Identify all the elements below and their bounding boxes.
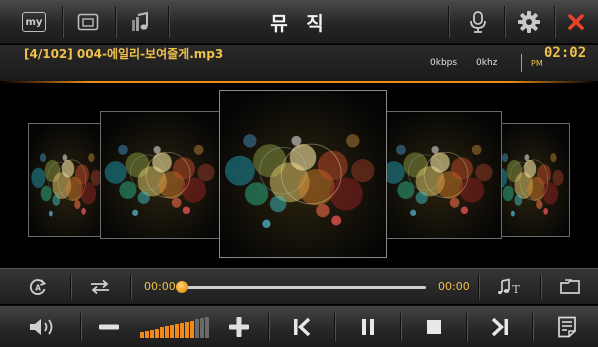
folder-icon bbox=[560, 279, 580, 294]
album-cover[interactable] bbox=[100, 111, 224, 239]
volume-bar bbox=[179, 322, 184, 338]
album-cover-center[interactable] bbox=[219, 90, 387, 258]
close-icon bbox=[568, 14, 584, 30]
volume-bar bbox=[139, 332, 144, 338]
bitrate-label: 0kbps bbox=[430, 58, 458, 68]
clock-ampm: PM bbox=[531, 59, 543, 68]
pause-icon bbox=[362, 319, 374, 335]
folder-button[interactable] bbox=[548, 269, 592, 305]
stop-button[interactable] bbox=[408, 306, 460, 347]
page-title: 뮤 직 bbox=[270, 12, 330, 35]
bokeh-artwork bbox=[491, 124, 569, 236]
bokeh-artwork bbox=[379, 112, 501, 238]
volume-down-button[interactable] bbox=[86, 306, 132, 347]
microphone-icon bbox=[470, 11, 486, 33]
previous-icon bbox=[294, 317, 311, 337]
window-icon bbox=[77, 13, 99, 31]
next-button[interactable] bbox=[474, 306, 526, 347]
shuffle-button[interactable] bbox=[80, 269, 120, 305]
volume-level[interactable] bbox=[136, 306, 212, 347]
repeat-a-icon: A bbox=[29, 279, 47, 295]
volume-bar bbox=[144, 330, 149, 338]
pause-button[interactable] bbox=[342, 306, 394, 347]
volume-bar bbox=[199, 318, 204, 338]
volume-bar bbox=[164, 326, 169, 338]
samplerate-label: 0khz bbox=[476, 58, 498, 68]
bokeh-artwork bbox=[220, 91, 386, 257]
minus-icon bbox=[99, 324, 119, 330]
music-info-icon: T bbox=[498, 278, 520, 296]
next-icon bbox=[491, 317, 508, 337]
volume-bar bbox=[169, 325, 174, 338]
info-divider bbox=[521, 54, 522, 72]
playlist-button[interactable] bbox=[540, 306, 594, 347]
volume-bar bbox=[149, 329, 154, 338]
volume-up-button[interactable] bbox=[216, 306, 262, 347]
top-bar: my 뮤 직 bbox=[0, 0, 598, 44]
mute-button[interactable] bbox=[14, 306, 72, 347]
volume-bar bbox=[159, 327, 164, 338]
svg-text:A: A bbox=[35, 284, 41, 293]
stop-icon bbox=[427, 320, 441, 334]
seek-track[interactable] bbox=[184, 286, 426, 289]
speaker-icon bbox=[30, 319, 53, 335]
svg-text:T: T bbox=[512, 283, 520, 296]
clock-time: 02:02 bbox=[544, 45, 587, 61]
volume-level-icon bbox=[139, 316, 209, 338]
shuffle-icon bbox=[91, 279, 109, 295]
volume-bar bbox=[154, 328, 159, 338]
album-cover[interactable] bbox=[28, 123, 108, 237]
close-button[interactable] bbox=[558, 0, 594, 44]
album-coverflow[interactable] bbox=[0, 84, 598, 266]
bokeh-artwork bbox=[101, 112, 223, 238]
gear-icon bbox=[518, 11, 540, 33]
playlist-icon bbox=[558, 316, 576, 338]
bokeh-artwork bbox=[29, 124, 107, 236]
music-info-button[interactable]: T bbox=[488, 269, 532, 305]
track-info-bar: [4/102] 004-에일리-보여줄게.mp3 0kbps 0khz PM 0… bbox=[0, 45, 598, 81]
music-player: my 뮤 직 [4/102] 004-에일리-보여줄게.mp3 0kbps 0k… bbox=[0, 0, 598, 347]
volume-bar bbox=[204, 317, 209, 338]
previous-button[interactable] bbox=[276, 306, 328, 347]
seek-knob[interactable] bbox=[176, 281, 188, 293]
elapsed-time: 00:00 bbox=[144, 280, 176, 293]
total-time: 00:00 bbox=[438, 280, 470, 293]
volume-bar bbox=[189, 320, 194, 338]
volume-bar bbox=[174, 323, 179, 338]
window-button[interactable] bbox=[68, 0, 108, 44]
accent-divider bbox=[0, 81, 598, 83]
music-note-icon bbox=[132, 11, 148, 31]
plus-icon bbox=[229, 317, 249, 337]
my-button[interactable]: my bbox=[14, 0, 54, 44]
microphone-button[interactable] bbox=[456, 0, 500, 44]
track-title: [4/102] 004-에일리-보여줄게.mp3 bbox=[24, 47, 224, 61]
music-source-button[interactable] bbox=[120, 0, 162, 44]
control-bar bbox=[0, 305, 598, 347]
seek-bar: A 00:00 00:00 T bbox=[0, 268, 598, 304]
album-cover[interactable] bbox=[490, 123, 570, 237]
volume-bar bbox=[184, 321, 189, 338]
album-cover[interactable] bbox=[378, 111, 502, 239]
repeat-button[interactable]: A bbox=[18, 269, 58, 305]
volume-bar bbox=[194, 319, 199, 338]
settings-button[interactable] bbox=[508, 0, 550, 44]
my-icon: my bbox=[22, 12, 46, 32]
